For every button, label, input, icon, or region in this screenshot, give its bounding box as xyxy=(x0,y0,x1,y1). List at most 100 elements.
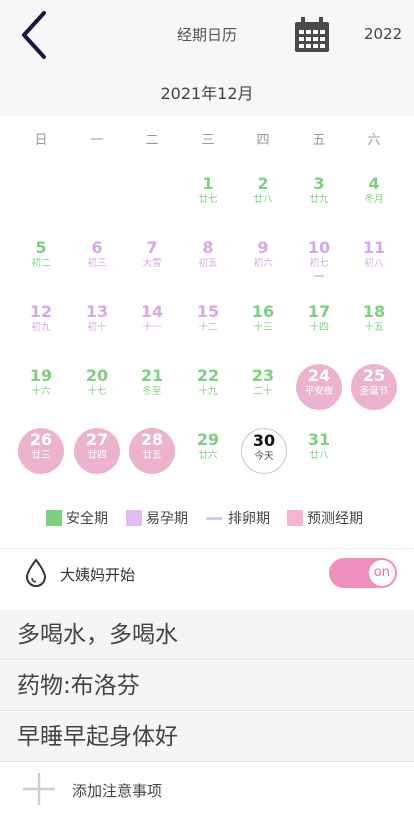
day-lunar-label: 十五 xyxy=(364,322,384,333)
calendar-day-8[interactable]: 8 初五 xyxy=(185,236,231,282)
day-number: 21 xyxy=(140,366,164,385)
calendar-day-2[interactable]: 2 廿八 xyxy=(240,172,286,218)
day-lunar-label: 圣诞节 xyxy=(359,386,389,397)
day-number: 20 xyxy=(85,366,109,385)
day-lunar-label: 初二 xyxy=(31,258,51,269)
day-number: 16 xyxy=(251,302,275,321)
calendar-day-31[interactable]: 31 廿八 xyxy=(296,428,342,474)
year-selector[interactable]: 2022 xyxy=(364,25,402,43)
weekday-label: 日 xyxy=(34,133,48,148)
day-lunar-label: 平安夜 xyxy=(304,386,334,397)
add-note-label[interactable]: 添加注意事项 xyxy=(72,780,162,801)
calendar-day-10[interactable]: 10 初七 xyxy=(296,236,342,282)
day-number: 23 xyxy=(251,366,275,385)
day-lunar-label: 初八 xyxy=(364,258,384,269)
water-drop-icon xyxy=(24,558,48,588)
safe-swatch xyxy=(46,510,62,526)
calendar-day-7[interactable]: 7 大雪 xyxy=(129,236,175,282)
calendar-day-3[interactable]: 3 廿九 xyxy=(296,172,342,218)
weekday-label: 四 xyxy=(256,133,270,148)
calendar-day-24[interactable]: 24 平安夜 xyxy=(296,364,342,410)
calendar-day-14[interactable]: 14 十一 xyxy=(129,300,175,346)
weekday-label: 三 xyxy=(201,133,215,148)
calendar-day-28[interactable]: 28 廿五 xyxy=(129,428,175,474)
note-item[interactable]: 早睡早起身体好 xyxy=(0,712,414,762)
day-lunar-label: 初六 xyxy=(253,258,273,269)
weekday-label: 六 xyxy=(367,133,381,148)
period-start-toggle[interactable]: on xyxy=(329,558,397,588)
legend-ovulation-label: 排卵期 xyxy=(228,511,270,527)
day-lunar-label: 廿九 xyxy=(309,194,329,205)
calendar-day-23[interactable]: 23 二十 xyxy=(240,364,286,410)
day-number: 1 xyxy=(202,174,214,193)
day-number: 14 xyxy=(140,302,164,321)
calendar-day-9[interactable]: 9 初六 xyxy=(240,236,286,282)
add-note-button[interactable] xyxy=(0,762,414,817)
day-lunar-label: 今天 xyxy=(254,451,274,462)
note-item[interactable]: 药物:布洛芬 xyxy=(0,661,414,711)
day-lunar-label: 初三 xyxy=(87,258,107,269)
calendar-day-18[interactable]: 18 十五 xyxy=(351,300,397,346)
calendar-day-20[interactable]: 20 十七 xyxy=(74,364,120,410)
legend-fertile: 易孕期 xyxy=(126,508,188,528)
calendar-day-1[interactable]: 1 廿七 xyxy=(185,172,231,218)
fertile-swatch xyxy=(126,510,142,526)
day-lunar-label: 廿八 xyxy=(253,194,273,205)
day-number: 10 xyxy=(307,238,331,257)
note-item[interactable]: 多喝水，多喝水 xyxy=(0,610,414,660)
day-number: 31 xyxy=(307,430,331,449)
day-lunar-label: 廿八 xyxy=(309,450,329,461)
day-number: 7 xyxy=(146,238,158,257)
calendar-day-5[interactable]: 5 初二 xyxy=(18,236,64,282)
ovulation-marker xyxy=(314,275,324,277)
calendar-button[interactable] xyxy=(292,16,332,54)
calendar-day-6[interactable]: 6 初三 xyxy=(74,236,120,282)
day-lunar-label: 冬月 xyxy=(364,194,384,205)
day-number: 29 xyxy=(196,430,220,449)
plus-icon[interactable] xyxy=(22,772,56,806)
calendar-day-21[interactable]: 21 冬至 xyxy=(129,364,175,410)
calendar-day-22[interactable]: 22 十九 xyxy=(185,364,231,410)
legend-safe: 安全期 xyxy=(46,508,108,528)
calendar-day-15[interactable]: 15 十二 xyxy=(185,300,231,346)
calendar-icon[interactable] xyxy=(292,16,332,54)
day-lunar-label: 十七 xyxy=(87,386,107,397)
day-lunar-label: 冬至 xyxy=(142,386,162,397)
weekday-label: 二 xyxy=(145,133,159,148)
calendar-day-13[interactable]: 13 初十 xyxy=(74,300,120,346)
day-number: 18 xyxy=(362,302,386,321)
calendar-day-11[interactable]: 11 初八 xyxy=(351,236,397,282)
day-lunar-label: 廿五 xyxy=(142,450,162,461)
day-number: 13 xyxy=(85,302,109,321)
calendar-day-25[interactable]: 25 圣诞节 xyxy=(351,364,397,410)
day-number: 9 xyxy=(257,238,269,257)
calendar-day-29[interactable]: 29 廿六 xyxy=(185,428,231,474)
calendar-day-12[interactable]: 12 初九 xyxy=(18,300,64,346)
calendar-day-19[interactable]: 19 十六 xyxy=(18,364,64,410)
day-number: 25 xyxy=(362,366,386,385)
weekday-label: 一 xyxy=(90,133,104,148)
day-lunar-label: 初七 xyxy=(309,258,329,269)
calendar-day-27[interactable]: 27 廿四 xyxy=(74,428,120,474)
day-lunar-label: 初十 xyxy=(87,322,107,333)
day-number: 3 xyxy=(313,174,325,193)
day-number: 19 xyxy=(29,366,53,385)
day-lunar-label: 二十 xyxy=(253,386,273,397)
period-start-label: 大姨妈开始 xyxy=(60,566,136,584)
day-number: 17 xyxy=(307,302,331,321)
page-title: 经期日历 xyxy=(176,26,237,44)
day-number: 24 xyxy=(307,366,331,385)
month-label: 2021年12月 xyxy=(160,84,254,103)
day-lunar-label: 十四 xyxy=(309,322,329,333)
calendar-day-17[interactable]: 17 十四 xyxy=(296,300,342,346)
day-number: 15 xyxy=(196,302,220,321)
day-number: 26 xyxy=(29,430,53,449)
day-lunar-label: 廿六 xyxy=(198,450,218,461)
calendar-day-30[interactable]: 30 今天 xyxy=(241,428,287,474)
calendar-day-16[interactable]: 16 十三 xyxy=(240,300,286,346)
calendar-day-4[interactable]: 4 冬月 xyxy=(351,172,397,218)
calendar-day-26[interactable]: 26 廿三 xyxy=(18,428,64,474)
legend-predicted: 预测经期 xyxy=(287,508,363,528)
day-number: 22 xyxy=(196,366,220,385)
predicted-swatch xyxy=(287,510,303,526)
